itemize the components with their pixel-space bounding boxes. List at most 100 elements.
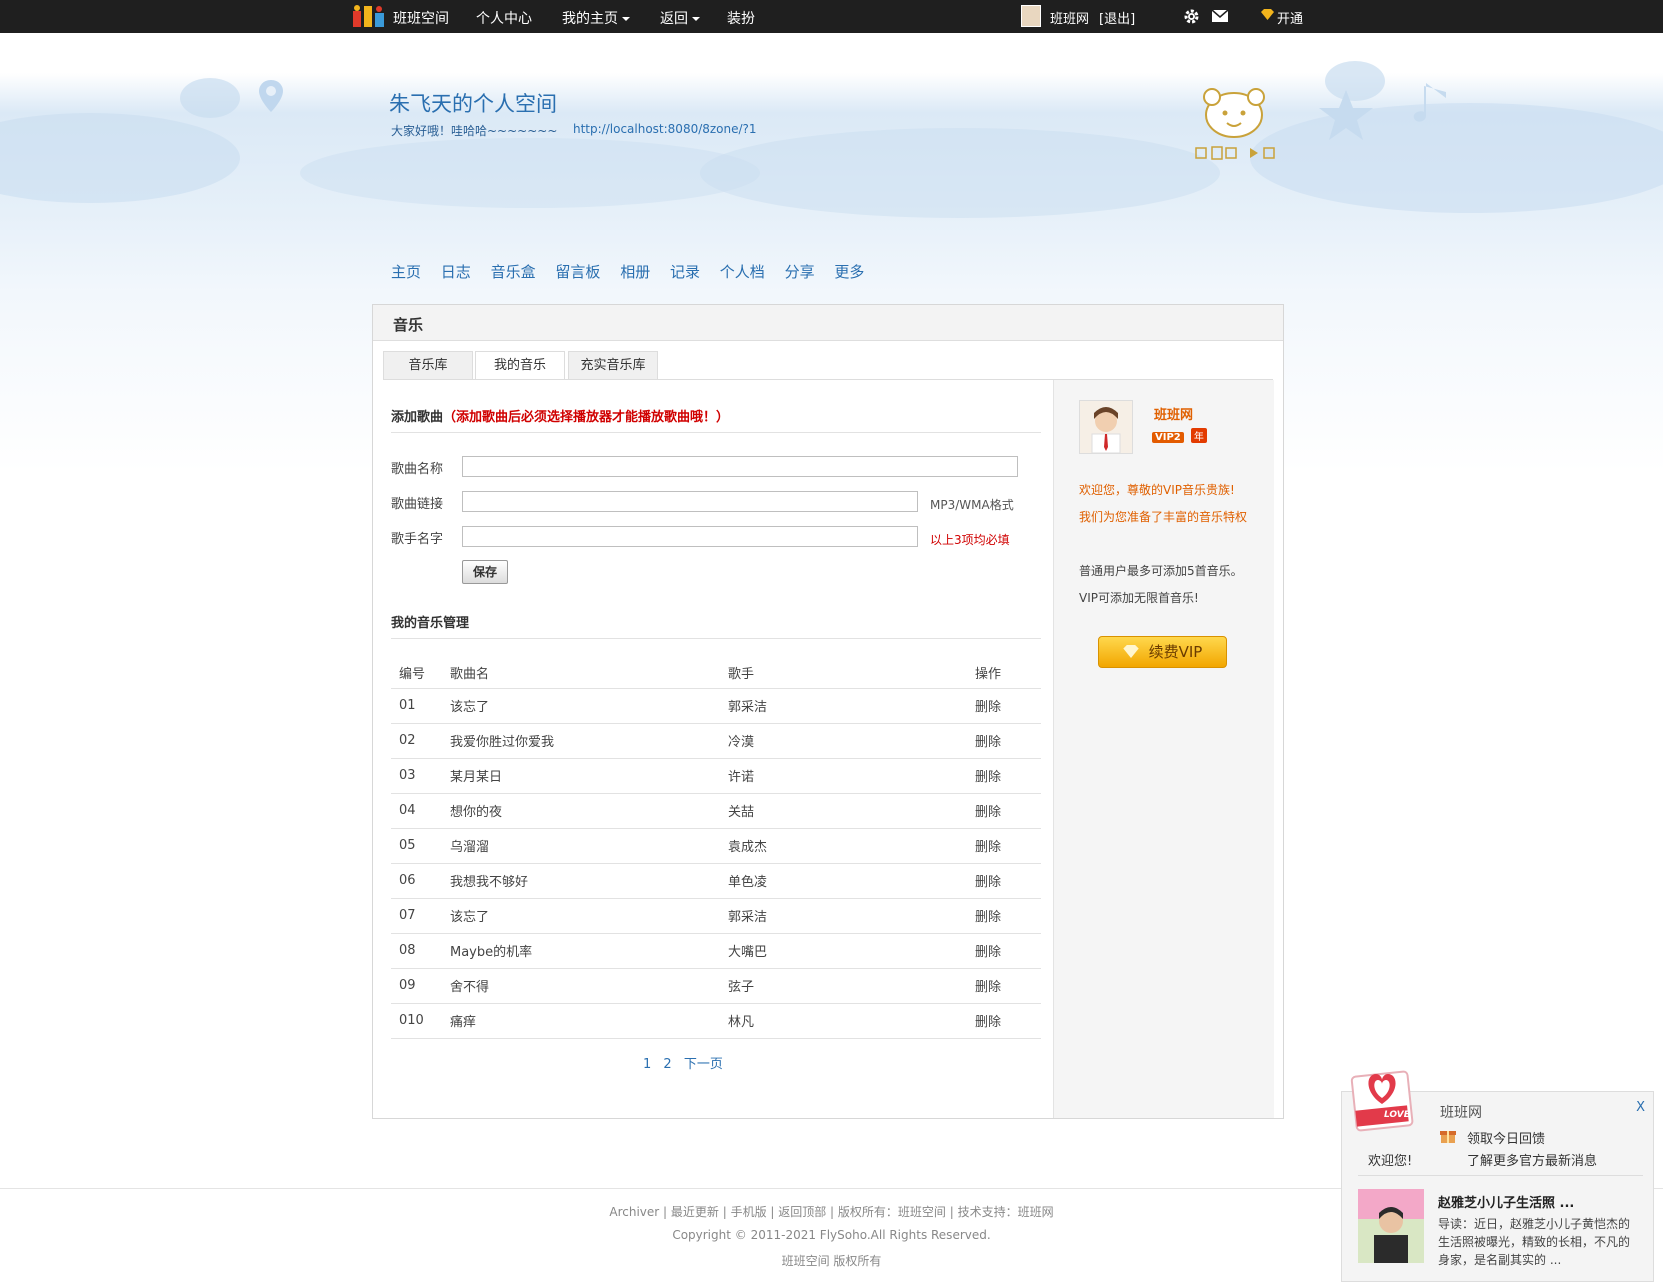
vip-privilege-text: 我们为您准备了丰富的音乐特权 <box>1079 510 1248 524</box>
open-vip-link[interactable]: 开通 <box>1277 8 1303 27</box>
table-row: 04 想你的夜 关喆 删除 <box>391 793 1041 829</box>
vip-badges: VIP2 年 <box>1152 428 1207 444</box>
singer-name-input[interactable] <box>462 526 918 547</box>
col-singer: 歌手 <box>728 658 975 689</box>
song-singer: 郭采洁 <box>728 898 975 934</box>
table-row: 09 舍不得 弦子 删除 <box>391 968 1041 1004</box>
cloud-decoration <box>1250 103 1663 213</box>
vip-welcome-text: 欢迎您，尊敬的VIP音乐贵族! <box>1079 483 1235 497</box>
format-hint: MP3/WMA格式 <box>930 498 1014 512</box>
song-number: 09 <box>391 968 450 1004</box>
table-header-row: 编号 歌曲名 歌手 操作 <box>391 658 1041 689</box>
song-number: 03 <box>391 758 450 794</box>
diamond-icon <box>1122 645 1139 658</box>
star-icon <box>1319 90 1373 140</box>
page-1-link[interactable]: 1 <box>643 1057 651 1072</box>
song-number: 06 <box>391 863 450 899</box>
table-row: 07 该忘了 郭采洁 删除 <box>391 898 1041 934</box>
add-song-title: 添加歌曲（添加歌曲后必须选择播放器才能播放歌曲哦！） <box>391 406 729 425</box>
song-number: 08 <box>391 933 450 969</box>
table-row: 06 我想我不够好 单色凌 删除 <box>391 863 1041 899</box>
song-singer: 弦子 <box>728 968 975 1004</box>
table-row: 02 我爱你胜过你爱我 冷漠 删除 <box>391 723 1041 759</box>
pagination: 1 2 下一页 <box>643 1053 731 1072</box>
cloud-decoration <box>180 78 240 118</box>
user-avatar[interactable] <box>1079 400 1133 454</box>
song-name: Maybe的机率 <box>450 933 728 969</box>
mail-icon[interactable] <box>1211 9 1229 23</box>
official-news-link[interactable]: 了解更多官方最新消息 <box>1467 1150 1597 1169</box>
song-number: 04 <box>391 793 450 829</box>
top-username[interactable]: 班班网 <box>1050 8 1089 27</box>
song-name: 我爱你胜过你爱我 <box>450 723 728 759</box>
news-photo-icon <box>1358 1189 1424 1263</box>
required-hint: 以上3项均必填 <box>930 533 1010 547</box>
love-label: LOVE <box>1384 1110 1410 1120</box>
vip-limit-text: VIP可添加无限首音乐! <box>1079 591 1199 605</box>
renew-vip-label: 续费VIP <box>1148 643 1203 661</box>
delete-link[interactable]: 删除 <box>975 688 1041 724</box>
daily-gift-link[interactable]: 领取今日回馈 <box>1467 1128 1545 1147</box>
popup-welcome: 欢迎您! <box>1368 1154 1413 1169</box>
heart-icon <box>1350 1070 1414 1132</box>
renew-vip-button[interactable]: 续费VIP <box>1098 636 1227 668</box>
add-song-title-text: 添加歌曲 <box>391 410 444 425</box>
delete-link[interactable]: 删除 <box>975 1003 1041 1039</box>
delete-link[interactable]: 删除 <box>975 758 1041 794</box>
delete-link[interactable]: 删除 <box>975 933 1041 969</box>
news-summary-line: 导读：近日，赵雅芝小儿子黄恺杰的 <box>1438 1217 1631 1231</box>
music-manage-title: 我的音乐管理 <box>391 616 470 631</box>
news-headline-link[interactable]: 赵雅芝小儿子生活照 ... <box>1438 1192 1574 1211</box>
diamond-icon <box>1261 9 1274 20</box>
music-player-widget[interactable] <box>1194 85 1278 163</box>
delete-link[interactable]: 删除 <box>975 723 1041 759</box>
song-number: 01 <box>391 688 450 724</box>
song-number: 010 <box>391 1003 450 1039</box>
song-singer: 单色凌 <box>728 863 975 899</box>
song-singer: 林凡 <box>728 1003 975 1039</box>
section-divider <box>391 432 1041 433</box>
sidebar-username[interactable]: 班班网 <box>1154 404 1193 423</box>
col-song-name: 歌曲名 <box>450 658 728 689</box>
add-song-warning: （添加歌曲后必须选择播放器才能播放歌曲哦！） <box>443 410 730 425</box>
song-name: 我想我不够好 <box>450 863 728 899</box>
song-link-input[interactable] <box>462 491 918 512</box>
save-button[interactable]: 保存 <box>462 560 508 584</box>
song-name: 舍不得 <box>450 968 728 1004</box>
song-name: 某月某日 <box>450 758 728 794</box>
song-number: 02 <box>391 723 450 759</box>
delete-link[interactable]: 删除 <box>975 828 1041 864</box>
user-photo-icon <box>1080 401 1132 454</box>
vip-level-badge: VIP2 <box>1152 432 1184 443</box>
song-name: 想你的夜 <box>450 793 728 829</box>
gear-icon[interactable] <box>1183 8 1200 25</box>
cloud-decoration <box>0 113 240 203</box>
col-operation: 操作 <box>975 658 1041 689</box>
song-singer: 许诺 <box>728 758 975 794</box>
song-singer: 郭采洁 <box>728 688 975 724</box>
singer-name-label: 歌手名字 <box>391 532 444 547</box>
news-summary-line: 生活照被曝光，精致的长相，不凡的 <box>1438 1235 1631 1249</box>
logout-link[interactable]: [退出] <box>1099 8 1135 27</box>
col-number: 编号 <box>391 658 450 689</box>
delete-link[interactable]: 删除 <box>975 793 1041 829</box>
song-singer: 大嘴巴 <box>728 933 975 969</box>
song-name-input[interactable] <box>462 456 1018 477</box>
page-2-link[interactable]: 2 <box>663 1057 671 1072</box>
delete-link[interactable]: 删除 <box>975 898 1041 934</box>
table-row: 05 乌溜溜 袁成杰 删除 <box>391 828 1041 864</box>
delete-link[interactable]: 删除 <box>975 863 1041 899</box>
news-thumbnail[interactable] <box>1358 1189 1424 1263</box>
song-name-label: 歌曲名称 <box>391 462 444 477</box>
song-singer: 关喆 <box>728 793 975 829</box>
song-name: 该忘了 <box>450 688 728 724</box>
normal-limit-text: 普通用户最多可添加5首音乐。 <box>1079 564 1243 578</box>
next-page-link[interactable]: 下一页 <box>684 1057 723 1072</box>
close-icon[interactable]: X <box>1636 1100 1645 1115</box>
music-table-body: 01 该忘了 郭采洁 删除 02 我爱你胜过你爱我 冷漠 删除 03 某月某日 许诺 删除 04 想你的夜… <box>391 688 1041 1039</box>
song-singer: 袁成杰 <box>728 828 975 864</box>
delete-link[interactable]: 删除 <box>975 968 1041 1004</box>
add-song-area: 添加歌曲（添加歌曲后必须选择播放器才能播放歌曲哦！） 歌曲名称 歌曲链接 MP3… <box>372 0 1052 1120</box>
song-name: 乌溜溜 <box>450 828 728 864</box>
song-number: 05 <box>391 828 450 864</box>
